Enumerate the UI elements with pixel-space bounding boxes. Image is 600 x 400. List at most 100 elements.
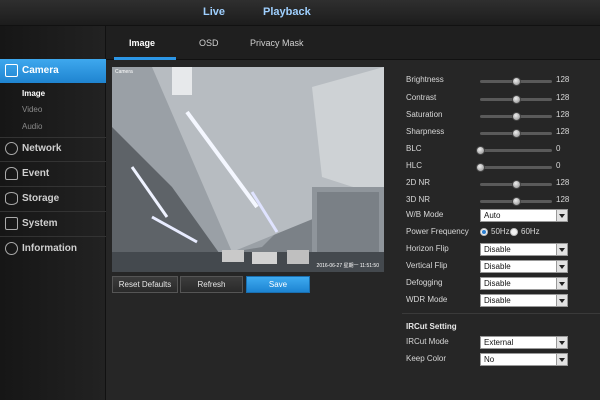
hlc-label: HLC	[406, 161, 423, 170]
sidebar-item-label: Information	[22, 243, 77, 254]
sidebar-item-camera[interactable]: Camera	[0, 59, 116, 83]
sidebar-subitem-image[interactable]: Image	[22, 89, 45, 98]
system-icon	[5, 217, 18, 230]
sidebar-item-storage[interactable]: Storage	[0, 187, 106, 211]
event-icon	[5, 167, 18, 180]
hlc-value: 0	[556, 161, 561, 170]
sidebar-item-system[interactable]: System	[0, 212, 106, 236]
wb-mode-label: W/B Mode	[406, 210, 444, 219]
3d-nr-slider[interactable]	[480, 197, 552, 206]
radio-50hz-label: 50Hz	[491, 227, 510, 236]
defogging-row: Defogging Disable	[406, 277, 600, 291]
sharpness-slider-handle[interactable]	[512, 129, 522, 138]
sidebar-item-label: Network	[22, 143, 62, 154]
ircut-section-title: IRCut Setting	[406, 322, 457, 331]
sidebar-item-network[interactable]: Network	[0, 137, 106, 161]
horizon-flip-select[interactable]: Disable	[480, 243, 568, 256]
defogging-select[interactable]: Disable	[480, 277, 568, 290]
keep-color-select[interactable]: No	[480, 353, 568, 366]
video-preview[interactable]: Camera 2016-06-27 星期一 11:51:50	[112, 67, 384, 272]
blc-slider[interactable]	[476, 146, 552, 155]
chevron-down-icon[interactable]	[556, 354, 567, 365]
vertical-flip-select[interactable]: Disable	[480, 260, 568, 273]
contrast-slider-handle[interactable]	[512, 95, 522, 104]
3d-nr-value: 128	[556, 195, 570, 204]
ircut-mode-select[interactable]: External	[480, 336, 568, 349]
sidebar-item-event[interactable]: Event	[0, 162, 106, 186]
blc-row: BLC 0	[406, 143, 600, 157]
sidebar: Camera Image Video Audio Network Event S…	[0, 26, 116, 400]
3d-nr-row: 3D NR 128	[406, 194, 600, 208]
contrast-value: 128	[556, 93, 570, 102]
blc-label: BLC	[406, 144, 422, 153]
wb-mode-row: W/B Mode Auto	[406, 209, 600, 223]
vertical-flip-label: Vertical Flip	[406, 261, 448, 270]
brightness-value: 128	[556, 75, 570, 84]
wdr-mode-row: WDR Mode Disable	[406, 294, 600, 308]
top-bar: Live Playback	[0, 0, 600, 26]
sidebar-item-information[interactable]: Information	[0, 237, 106, 261]
radio-60hz-label: 60Hz	[521, 227, 540, 236]
contrast-slider[interactable]	[480, 95, 552, 104]
sidebar-item-label: Event	[22, 168, 50, 179]
saturation-row: Saturation 128	[406, 109, 600, 123]
2d-nr-label: 2D NR	[406, 178, 431, 187]
refresh-button[interactable]: Refresh	[180, 276, 243, 293]
sharpness-slider[interactable]	[480, 129, 552, 138]
ircut-mode-label: IRCut Mode	[406, 337, 449, 346]
3d-nr-slider-handle[interactable]	[512, 197, 522, 206]
vertical-flip-value: Disable	[484, 262, 511, 271]
video-timestamp: 2016-06-27 星期一 11:51:50	[316, 263, 379, 269]
tab-privacy-mask[interactable]: Privacy Mask	[250, 38, 304, 48]
ircut-mode-row: IRCut Mode External	[406, 336, 600, 350]
blc-value: 0	[556, 144, 561, 153]
sharpness-label: Sharpness	[406, 127, 445, 136]
hlc-slider[interactable]	[476, 163, 552, 172]
blc-slider-handle[interactable]	[476, 146, 485, 155]
2d-nr-slider[interactable]	[480, 180, 552, 189]
2d-nr-slider-handle[interactable]	[512, 180, 522, 189]
radio-50hz[interactable]	[480, 228, 488, 236]
tab-osd[interactable]: OSD	[199, 38, 219, 48]
sidebar-subitem-audio[interactable]: Audio	[22, 122, 42, 131]
horizon-flip-row: Horizon Flip Disable	[406, 243, 600, 257]
saturation-value: 128	[556, 110, 570, 119]
defogging-label: Defogging	[406, 278, 443, 287]
tab-image[interactable]: Image	[129, 38, 155, 48]
camera-icon	[5, 64, 18, 77]
chevron-down-icon[interactable]	[556, 261, 567, 272]
main-content: Image OSD Privacy Mask Camera 2016-06-27…	[106, 26, 600, 400]
contrast-label: Contrast	[406, 93, 437, 102]
save-button[interactable]: Save	[246, 276, 310, 293]
brightness-slider-handle[interactable]	[512, 77, 522, 86]
tab-live[interactable]: Live	[203, 6, 225, 18]
active-tab-indicator	[114, 57, 176, 60]
vertical-flip-row: Vertical Flip Disable	[406, 260, 600, 274]
sidebar-item-label: Storage	[22, 193, 60, 204]
wb-mode-value: Auto	[484, 211, 501, 220]
brightness-label: Brightness	[406, 75, 444, 84]
sidebar-subitem-video[interactable]: Video	[22, 105, 42, 114]
saturation-slider[interactable]	[480, 112, 552, 121]
contrast-row: Contrast 128	[406, 92, 600, 106]
horizon-flip-label: Horizon Flip	[406, 244, 449, 253]
network-icon	[5, 142, 18, 155]
wb-mode-select[interactable]: Auto	[480, 209, 568, 222]
chevron-down-icon[interactable]	[556, 337, 567, 348]
hlc-slider-handle[interactable]	[476, 163, 485, 172]
chevron-down-icon[interactable]	[556, 210, 567, 221]
chevron-down-icon[interactable]	[556, 295, 567, 306]
tab-playback[interactable]: Playback	[263, 6, 311, 18]
sharpness-value: 128	[556, 127, 570, 136]
power-frequency-row: Power Frequency 50Hz 60Hz	[406, 226, 600, 240]
keep-color-label: Keep Color	[406, 354, 447, 363]
wdr-mode-label: WDR Mode	[406, 295, 448, 304]
chevron-down-icon[interactable]	[556, 278, 567, 289]
keep-color-value: No	[484, 355, 495, 364]
brightness-slider[interactable]	[480, 77, 552, 86]
reset-defaults-button[interactable]: Reset Defaults	[112, 276, 178, 293]
chevron-down-icon[interactable]	[556, 244, 567, 255]
saturation-slider-handle[interactable]	[512, 112, 522, 121]
radio-60hz[interactable]	[510, 228, 518, 236]
wdr-mode-select[interactable]: Disable	[480, 294, 568, 307]
